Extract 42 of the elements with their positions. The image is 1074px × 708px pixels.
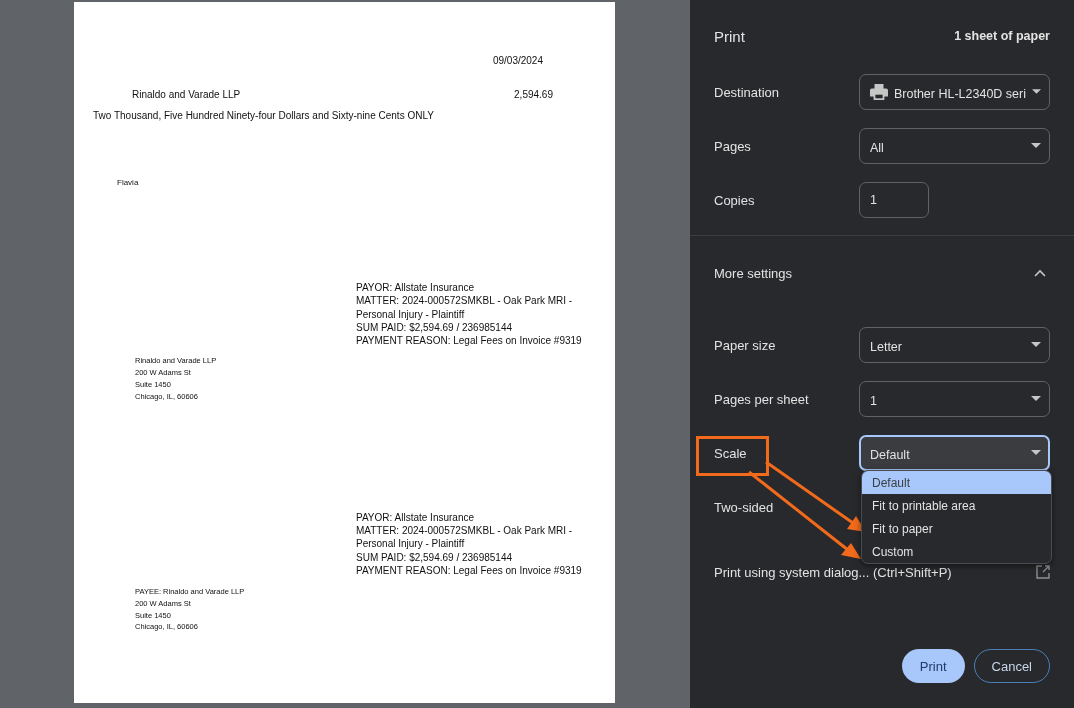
setting-dropdown[interactable]: All [859, 128, 1050, 164]
chevron-up-icon [1034, 269, 1046, 277]
caret-icon [1031, 396, 1041, 402]
payee-name: Rinaldo and Varade LLP [132, 88, 241, 101]
memo-line: SUM PAID: $2,594.69 / 236985144 [356, 320, 514, 335]
menu-option[interactable]: Custom [862, 540, 1051, 563]
caret-icon [1031, 450, 1041, 456]
setting-label: Copies [714, 192, 756, 208]
date-text: 09/03/2024 [492, 54, 543, 67]
copies-field[interactable]: 1 [859, 182, 929, 218]
memo-line: PAYOR: Allstate Insurance [356, 510, 476, 525]
external-link-icon [1036, 565, 1050, 579]
memo-line: SUM PAID: $2,594.69 / 236985144 [356, 550, 514, 564]
setting-label: Paper size [714, 337, 777, 353]
memo-line: MATTER: 2024-000572SMKBL - Oak Park MRI - Personal Injury - Plaintiff [356, 294, 574, 321]
menu-option[interactable]: Default [862, 471, 1051, 494]
amount-text: 2,594.69 [514, 88, 553, 101]
memo-line: PAYMENT REASON: Legal Fees on Invoice #9319 [356, 334, 582, 348]
amount-in-words: Two Thousand, Five Hundred Ninety-four Dollars and Sixty-nine Cents ONLY [93, 109, 435, 122]
setting-label: Pages [714, 138, 752, 154]
caret-icon [1031, 342, 1041, 348]
signature-text: Flavia [117, 178, 139, 187]
setting-dropdown[interactable]: Letter [859, 327, 1050, 363]
print-button[interactable]: Print [901, 649, 965, 683]
memo-line: MATTER: 2024-000572SMKBL - Oak Park MRI - Personal Injury - Plaintiff [356, 524, 574, 551]
caret-icon [1031, 143, 1041, 149]
memo-line: PAYOR: Allstate Insurance [356, 281, 476, 295]
printer-icon [870, 83, 888, 101]
panel-title: Print [714, 27, 745, 45]
setting-label: Destination [714, 84, 781, 100]
setting-dropdown[interactable]: 1 [859, 381, 1050, 417]
more-settings-toggle[interactable]: More settings [714, 246, 1050, 300]
menu-option[interactable]: Fit to printable area [862, 494, 1051, 517]
setting-label: Pages per sheet [714, 391, 810, 407]
setting-label: Two-sided [714, 499, 775, 515]
menu-option[interactable]: Fit to paper [862, 517, 1051, 540]
caret-icon [1032, 89, 1041, 95]
destination-dropdown[interactable]: Brother HL-L2340D seri [859, 74, 1050, 110]
setting-label: Scale [714, 445, 748, 461]
sheet-count: 1 sheet of paper [954, 29, 1050, 43]
system-dialog-link[interactable]: Print using system dialog... (Ctrl+Shift+P) [714, 564, 952, 580]
memo-line: PAYMENT REASON: Legal Fees on Invoice #9319 [356, 564, 582, 578]
